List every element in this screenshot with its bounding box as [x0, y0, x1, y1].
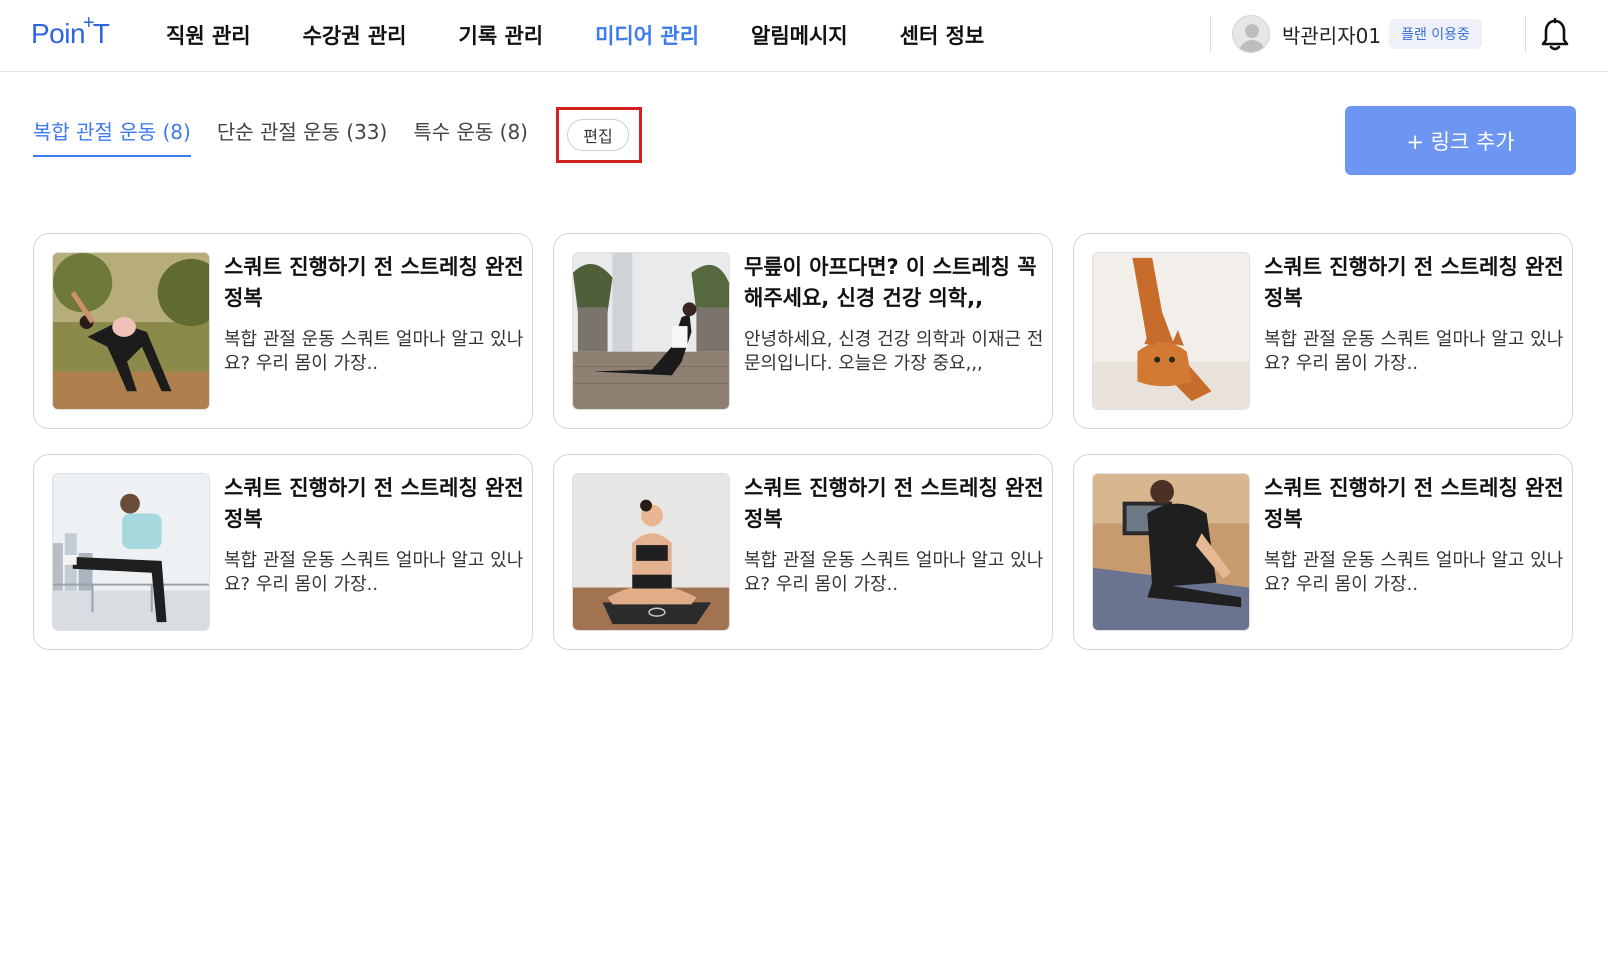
card-description: 복합 관절 운동 스쿼트 얼마나 알고 있나요? 우리 몸이 가장.. — [224, 550, 524, 595]
yoga-seated-image — [573, 474, 729, 630]
card-description: 복합 관절 운동 스쿼트 얼마나 알고 있나요? 우리 몸이 가장.. — [1264, 550, 1564, 595]
media-card[interactable]: 무릎이 아프다면? 이 스트레칭 꼭 해주세요, 신경 건강 의학,, 안녕하세… — [553, 233, 1053, 429]
card-title: 무릎이 아프다면? 이 스트레칭 꼭 해주세요, 신경 건강 의학,, — [744, 255, 1037, 310]
media-card[interactable]: 스쿼트 진행하기 전 스트레칭 완전 정복 복합 관절 운동 스쿼트 얼마나 알… — [33, 454, 533, 650]
card-title: 스쿼트 진행하기 전 스트레칭 완전 정복 — [744, 476, 1044, 531]
cobra-pose-image — [573, 253, 729, 409]
nav-center-info[interactable]: 센터 정보 — [900, 20, 985, 50]
logo-plus: + — [83, 11, 95, 34]
card-description: 안녕하세요, 신경 건강 의학과 이재근 전문의입니다. 오늘은 가장 중요,,… — [744, 329, 1044, 374]
stretching-woman-image — [53, 253, 209, 409]
main-nav: 직원 관리 수강권 관리 기록 관리 미디어 관리 알림메시지 센터 정보 — [166, 0, 1036, 70]
add-link-button[interactable]: + 링크 추가 — [1345, 106, 1576, 175]
header-divider — [1210, 16, 1211, 52]
media-card[interactable]: 스쿼트 진행하기 전 스트레칭 완전 정복 복합 관절 운동 스쿼트 얼마나 알… — [1073, 233, 1573, 429]
media-thumbnail — [1092, 252, 1250, 410]
media-thumbnail — [52, 473, 210, 631]
avatar-head-shape — [1245, 24, 1259, 38]
logo-text-left: Poin — [31, 18, 86, 49]
logo[interactable]: Poin + T — [31, 11, 110, 54]
nav-media[interactable]: 미디어 관리 — [595, 20, 699, 50]
edit-button[interactable]: 편집 — [567, 119, 629, 151]
nav-membership[interactable]: 수강권 관리 — [303, 20, 407, 50]
media-thumbnail — [572, 252, 730, 410]
tab-compound[interactable]: 복합 관절 운동 (8) — [33, 116, 191, 157]
card-title: 스쿼트 진행하기 전 스트레칭 완전 정복 — [224, 255, 524, 310]
avatar[interactable] — [1232, 15, 1270, 53]
category-tabs: 복합 관절 운동 (8) 단순 관절 운동 (33) 특수 운동 (8) — [33, 116, 554, 158]
logo-text-right: T — [92, 18, 110, 49]
plan-badge: 플랜 이용중 — [1389, 19, 1482, 49]
media-card[interactable]: 스쿼트 진행하기 전 스트레칭 완전 정복 복합 관절 운동 스쿼트 얼마나 알… — [553, 454, 1053, 650]
header-divider-2 — [1525, 16, 1526, 52]
card-description: 복합 관절 운동 스쿼트 얼마나 알고 있나요? 우리 몸이 가장.. — [744, 550, 1044, 595]
cat-stretching-image — [1093, 253, 1249, 409]
media-thumbnail — [572, 473, 730, 631]
card-title: 스쿼트 진행하기 전 스트레칭 완전 정복 — [1264, 476, 1564, 531]
tab-simple[interactable]: 단순 관절 운동 (33) — [217, 116, 388, 155]
media-thumbnail — [1092, 473, 1250, 631]
media-card[interactable]: 스쿼트 진행하기 전 스트레칭 완전 정복 복합 관절 운동 스쿼트 얼마나 알… — [1073, 454, 1573, 650]
user-name: 박관리자01 — [1282, 23, 1382, 48]
man-stretching-image — [53, 474, 209, 630]
top-header: Poin + T 직원 관리 수강권 관리 기록 관리 미디어 관리 알림메시지… — [0, 0, 1608, 72]
media-thumbnail — [52, 252, 210, 410]
media-card[interactable]: 스쿼트 진행하기 전 스트레칭 완전 정복 복합 관절 운동 스쿼트 얼마나 알… — [33, 233, 533, 429]
nav-records[interactable]: 기록 관리 — [459, 20, 544, 50]
nav-staff[interactable]: 직원 관리 — [166, 20, 251, 50]
bell-icon[interactable] — [1540, 18, 1570, 52]
card-description: 복합 관절 운동 스쿼트 얼마나 알고 있나요? 우리 몸이 가장.. — [1264, 329, 1564, 374]
card-title: 스쿼트 진행하기 전 스트레칭 완전 정복 — [224, 476, 524, 531]
nav-notifications[interactable]: 알림메시지 — [751, 20, 848, 50]
avatar-body-shape — [1239, 40, 1265, 52]
tab-special[interactable]: 특수 운동 (8) — [413, 116, 528, 155]
mat-stretch-image — [1093, 474, 1249, 630]
card-title: 스쿼트 진행하기 전 스트레칭 완전 정복 — [1264, 255, 1564, 310]
user-menu[interactable]: 박관리자01 플랜 이용중 — [1232, 14, 1482, 54]
card-description: 복합 관절 운동 스쿼트 얼마나 알고 있나요? 우리 몸이 가장.. — [224, 329, 524, 374]
